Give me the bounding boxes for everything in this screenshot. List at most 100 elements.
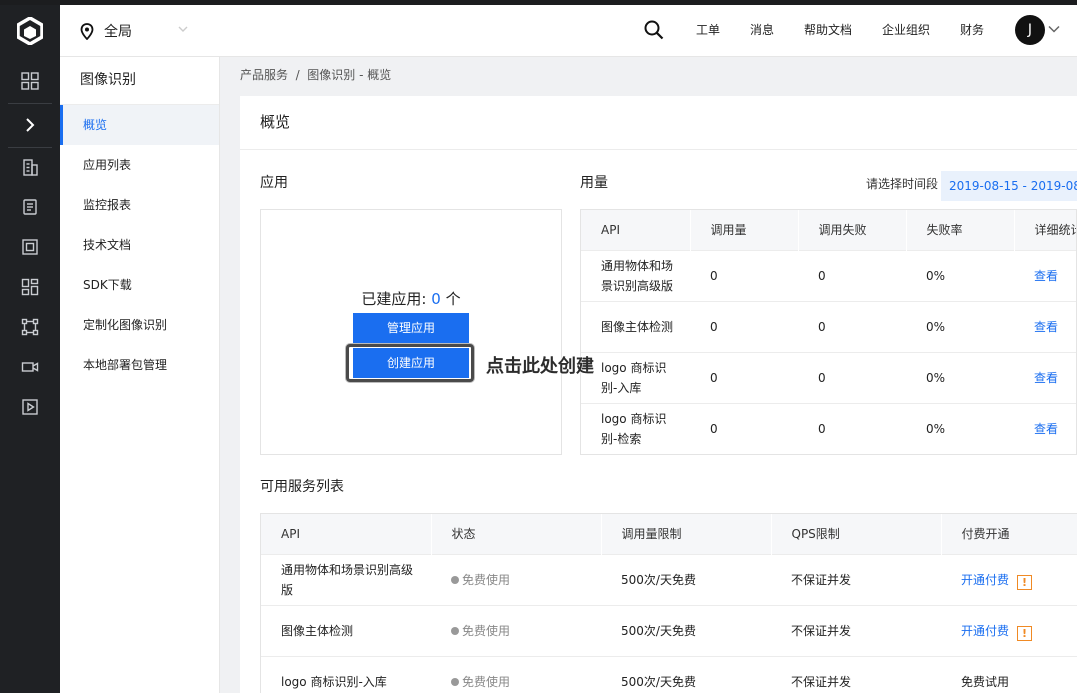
view-details-link[interactable]: 查看 bbox=[1034, 371, 1058, 385]
api-name: 通用物体和场景识别高级版 bbox=[581, 249, 690, 301]
services-heading: 可用服务列表 bbox=[260, 479, 344, 495]
sidebar-item-sdk-download[interactable]: SDK下载 bbox=[60, 265, 219, 305]
nav-tickets[interactable]: 工单 bbox=[696, 5, 720, 57]
sidebar-title: 图像识别 bbox=[60, 57, 219, 105]
app-count-unit: 个 bbox=[440, 290, 461, 308]
view-details-link[interactable]: 查看 bbox=[1034, 269, 1058, 283]
play-icon[interactable] bbox=[0, 387, 60, 427]
table-row: logo 商标识别-入库 免费使用 500次/天免费 不保证并发 免费试用 bbox=[261, 655, 1077, 693]
call-limit: 500次/天免费 bbox=[601, 553, 771, 605]
camera-icon[interactable] bbox=[0, 347, 60, 387]
table-row: 通用物体和场景识别高级版 免费使用 500次/天免费 不保证并发 开通付费! bbox=[261, 553, 1077, 605]
sidebar-item-monitoring[interactable]: 监控报表 bbox=[60, 185, 219, 225]
location-pin-icon bbox=[80, 22, 94, 40]
fail-rate: 0% bbox=[906, 249, 1014, 301]
fail-count: 0 bbox=[798, 300, 906, 352]
sidebar-item-app-list[interactable]: 应用列表 bbox=[60, 145, 219, 185]
column-header: 调用量限制 bbox=[601, 514, 772, 554]
table-row: logo 商标识别-检索 0 0 0% 查看 bbox=[581, 402, 1076, 454]
call-limit: 500次/天免费 bbox=[601, 604, 771, 656]
warning-icon[interactable]: ! bbox=[1017, 574, 1033, 590]
chevron-down-icon[interactable] bbox=[1048, 25, 1060, 33]
rail-divider bbox=[8, 103, 52, 104]
expand-chevron-icon[interactable] bbox=[0, 105, 60, 145]
grid-icon[interactable] bbox=[0, 61, 60, 101]
app-count-value: 0 bbox=[431, 290, 441, 308]
document-icon[interactable] bbox=[0, 187, 60, 227]
column-header: QPS限制 bbox=[771, 514, 942, 554]
logo-icon[interactable] bbox=[0, 5, 60, 57]
sidebar-item-custom-recognition[interactable]: 定制化图像识别 bbox=[60, 305, 219, 345]
enable-paid-link[interactable]: 开通付费 bbox=[961, 624, 1009, 638]
table-row: 通用物体和场景识别高级版 0 0 0% 查看 bbox=[581, 249, 1076, 301]
sidebar-item-local-deploy[interactable]: 本地部署包管理 bbox=[60, 345, 219, 385]
nav-messages[interactable]: 消息 bbox=[750, 5, 774, 57]
api-name: logo 商标识别-检索 bbox=[581, 402, 690, 454]
fail-count: 0 bbox=[798, 402, 906, 454]
status-badge: 免费使用 bbox=[462, 572, 511, 587]
usage-table: API 调用量 调用失败 失败率 详细统计 通用物体和场景识别高级版 0 0 0… bbox=[580, 209, 1077, 455]
column-header: 详细统计 bbox=[1014, 210, 1076, 250]
column-header: 付费开通 bbox=[941, 514, 1077, 554]
nav-help-docs[interactable]: 帮助文档 bbox=[804, 5, 852, 57]
fail-count: 0 bbox=[798, 351, 906, 403]
date-range-picker[interactable]: 2019-08-15 - 2019-08 bbox=[941, 171, 1077, 201]
usage-heading: 用量 bbox=[580, 175, 608, 191]
column-header: 调用量 bbox=[690, 210, 799, 250]
create-app-button[interactable]: 创建应用 bbox=[353, 348, 469, 378]
qps-limit: 不保证并发 bbox=[771, 604, 941, 656]
breadcrumb: 产品服务 / 图像识别 - 概览 bbox=[240, 68, 392, 82]
search-icon[interactable] bbox=[644, 20, 664, 40]
fail-rate: 0% bbox=[906, 300, 1014, 352]
nav-organization[interactable]: 企业组织 bbox=[882, 5, 930, 57]
product-sidebar: 图像识别 概览 应用列表 监控报表 技术文档 SDK下载 定制化图像识别 本地部… bbox=[60, 57, 220, 693]
warning-icon[interactable]: ! bbox=[1017, 625, 1033, 641]
api-name: logo 商标识别-入库 bbox=[261, 655, 431, 693]
call-count: 0 bbox=[690, 300, 798, 352]
frame-icon[interactable] bbox=[0, 227, 60, 267]
fail-count: 0 bbox=[798, 249, 906, 301]
column-header: 调用失败 bbox=[798, 210, 907, 250]
status-badge: 免费使用 bbox=[462, 674, 511, 689]
column-header: API bbox=[261, 514, 432, 554]
status-dot-icon bbox=[451, 626, 459, 635]
enable-paid-link[interactable]: 开通付费 bbox=[961, 573, 1009, 587]
create-hint-annotation: 点击此处创建 bbox=[486, 356, 594, 377]
table-row: logo 商标识别-入库 0 0 0% 查看 bbox=[581, 351, 1076, 403]
global-nav-rail bbox=[0, 5, 60, 693]
table-row: 图像主体检测 免费使用 500次/天免费 不保证并发 开通付费! bbox=[261, 604, 1077, 656]
column-header: 状态 bbox=[431, 514, 602, 554]
sidebar-item-tech-docs[interactable]: 技术文档 bbox=[60, 225, 219, 265]
call-limit: 500次/天免费 bbox=[601, 655, 771, 693]
api-name: 通用物体和场景识别高级版 bbox=[261, 553, 431, 605]
manage-apps-button[interactable]: 管理应用 bbox=[353, 313, 469, 343]
qps-limit: 不保证并发 bbox=[771, 553, 941, 605]
apps-icon[interactable] bbox=[0, 267, 60, 307]
building-icon[interactable] bbox=[0, 147, 60, 187]
nodes-icon[interactable] bbox=[0, 307, 60, 347]
api-name: logo 商标识别-入库 bbox=[581, 351, 690, 403]
api-name: 图像主体检测 bbox=[261, 604, 431, 656]
qps-limit: 不保证并发 bbox=[771, 655, 941, 693]
nav-finance[interactable]: 财务 bbox=[960, 5, 984, 57]
sidebar-item-overview[interactable]: 概览 bbox=[60, 105, 219, 145]
top-header: 全局 工单 消息 帮助文档 企业组织 财务 J bbox=[60, 5, 1077, 57]
app-count: 已建应用: 0 个 bbox=[261, 288, 561, 309]
apps-heading: 应用 bbox=[260, 175, 288, 191]
status-dot-icon bbox=[451, 677, 459, 686]
region-selector[interactable]: 全局 bbox=[80, 5, 188, 57]
column-header: 失败率 bbox=[906, 210, 1015, 250]
region-label: 全局 bbox=[104, 24, 132, 40]
view-details-link[interactable]: 查看 bbox=[1034, 422, 1058, 436]
chevron-down-icon bbox=[178, 26, 188, 32]
app-count-label: 已建应用: bbox=[361, 290, 432, 308]
call-count: 0 bbox=[690, 351, 798, 403]
fail-rate: 0% bbox=[906, 351, 1014, 403]
view-details-link[interactable]: 查看 bbox=[1034, 320, 1058, 334]
free-trial-label: 免费试用 bbox=[941, 655, 1077, 693]
services-table: API 状态 调用量限制 QPS限制 付费开通 通用物体和场景识别高级版 免费使… bbox=[260, 513, 1077, 693]
column-header: API bbox=[581, 210, 691, 250]
avatar[interactable]: J bbox=[1015, 15, 1045, 45]
page-title: 概览 bbox=[240, 96, 1077, 150]
fail-rate: 0% bbox=[906, 402, 1014, 454]
